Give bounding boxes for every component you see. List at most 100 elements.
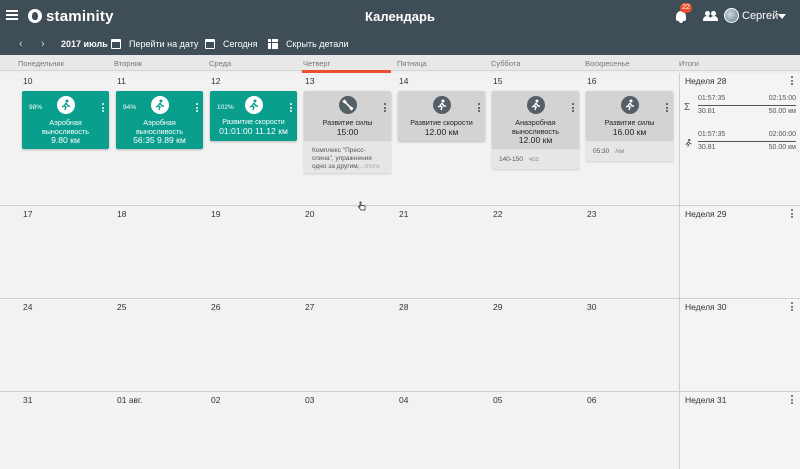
day-cell[interactable]: 03 — [300, 392, 394, 469]
sigma-icon: Σ — [684, 102, 691, 113]
workout-title: Развитие скорости — [222, 117, 285, 126]
day-number: 30 — [587, 302, 597, 312]
day-cell[interactable]: 29 — [488, 299, 582, 391]
day-number: 11 — [117, 76, 126, 86]
day-cell[interactable]: 17 — [18, 206, 112, 298]
more-vert-icon[interactable] — [572, 103, 574, 114]
workout-card[interactable]: Развитие силы 16.00 км — [586, 91, 673, 141]
day-cell[interactable]: 23 — [582, 206, 676, 298]
workout-title: Развитие скорости — [410, 118, 473, 127]
more-vert-icon[interactable] — [791, 302, 794, 312]
day-cell[interactable]: 05 — [488, 392, 582, 469]
more-vert-icon[interactable] — [791, 76, 794, 86]
day-number: 31 — [23, 395, 33, 405]
day-number: 06 — [587, 395, 597, 405]
caret-down-icon[interactable] — [778, 14, 786, 19]
workout-card[interactable]: Анаэробная выносливость 12.00 км — [492, 91, 579, 149]
more-vert-icon[interactable] — [666, 103, 668, 114]
day-cell[interactable]: 31 — [18, 392, 112, 469]
today-label: Сегодня — [223, 39, 258, 49]
more-vert-icon[interactable] — [102, 103, 104, 114]
day-number: 16 — [587, 76, 597, 86]
day-number: 05 — [493, 395, 503, 405]
workout-note[interactable]: Комплекс "Пресс-спина", упражнения одно … — [304, 141, 391, 173]
day-number: 13 — [305, 76, 315, 86]
day-cell[interactable]: 26 — [206, 299, 300, 391]
day-number: 01 авг. — [117, 395, 143, 405]
weekday-label: Четверг — [303, 59, 331, 68]
calendar-icon — [111, 39, 121, 49]
next-month-button[interactable]: › — [41, 38, 45, 50]
prev-month-button[interactable]: ‹ — [19, 38, 23, 50]
day-cell[interactable]: 25 — [112, 299, 206, 391]
day-cell[interactable]: 24 — [18, 299, 112, 391]
workout-title: Развитие силы — [604, 118, 655, 127]
day-cell[interactable]: 28 — [394, 299, 488, 391]
chevron-right-icon: › — [41, 38, 45, 50]
people-icon[interactable] — [703, 11, 718, 21]
run-icon — [684, 138, 693, 150]
more-vert-icon[interactable] — [791, 395, 794, 405]
day-cell[interactable]: 19 — [206, 206, 300, 298]
day-cell[interactable]: 20 — [300, 206, 394, 298]
workout-card[interactable]: Развитие силы 15:00 — [304, 91, 391, 141]
workout-value: 01:01:00 11.12 км — [219, 126, 288, 136]
more-vert-icon[interactable] — [290, 103, 292, 114]
hr-range: 140-150 — [499, 156, 523, 163]
workout-title: Развитие силы — [322, 118, 373, 127]
day-cell[interactable]: 06 — [582, 392, 676, 469]
completion-percent: 94% — [123, 104, 137, 111]
weekday-header: Понедельник Вторник Среда Четверг Пятниц… — [0, 55, 800, 71]
weekday-label: Вторник — [114, 59, 143, 68]
week-label: Неделя 31 — [685, 395, 727, 405]
more-link[interactable]: ...more — [360, 163, 380, 170]
day-number: 26 — [211, 302, 221, 312]
plan-distance: 50.00 км — [768, 108, 796, 115]
workout-card[interactable]: 94% Аэробная выносливость 56:35 9.89 км — [116, 91, 203, 149]
weekday-label: Воскресенье — [585, 59, 630, 68]
run-icon — [620, 96, 639, 114]
day-cell[interactable]: 02 — [206, 392, 300, 469]
workout-value: 16.00 км — [612, 127, 647, 137]
goto-date-label: Перейти на дату — [129, 39, 199, 49]
day-cell[interactable]: 22 — [488, 206, 582, 298]
app-bar: staminity Календарь 22 Сергей — [0, 0, 800, 33]
user-name[interactable]: Сергей — [742, 10, 778, 22]
day-number: 23 — [587, 209, 597, 219]
calendar-today-icon — [205, 39, 215, 49]
more-vert-icon[interactable] — [196, 103, 198, 114]
actual-distance: 30.81 — [698, 108, 716, 115]
day-cell[interactable]: 04 — [394, 392, 488, 469]
run-icon — [432, 96, 451, 114]
day-number: 25 — [117, 302, 127, 312]
calendar-grid: 10 11 12 13 14 15 16 Неделя 28 Σ 01:57:3… — [0, 73, 800, 469]
week-row: 31 01 авг. 02 03 04 05 06 Неделя 31 — [0, 392, 800, 469]
week-totals: Неделя 29 — [679, 206, 800, 298]
goto-date-button[interactable]: Перейти на дату — [111, 38, 198, 50]
day-number: 03 — [305, 395, 315, 405]
today-button[interactable]: Сегодня — [205, 38, 258, 50]
completion-percent: 102% — [217, 104, 234, 111]
day-cell[interactable]: 21 — [394, 206, 488, 298]
workout-card[interactable]: 102% Развитие скорости 01:01:00 11.12 км — [210, 91, 297, 141]
day-number: 14 — [399, 76, 409, 86]
current-month: 2017 июль — [61, 39, 108, 49]
day-cell[interactable]: 27 — [300, 299, 394, 391]
more-vert-icon[interactable] — [791, 209, 794, 219]
workout-card[interactable]: 98% Аэробная выносливость 9.80 км — [22, 91, 109, 149]
day-cell[interactable]: 01 авг. — [112, 392, 206, 469]
actual-time: 01:57:35 — [698, 95, 726, 102]
workout-card[interactable]: Развитие скорости 12.00 км — [398, 91, 485, 141]
workout-detail: 140-150 чсс — [492, 149, 579, 169]
day-cell[interactable]: 18 — [112, 206, 206, 298]
completion-percent: 98% — [29, 104, 43, 111]
hide-details-button[interactable]: Скрыть детали — [268, 38, 349, 50]
plan-time: 02:15:00 — [768, 95, 796, 102]
week-label: Неделя 30 — [685, 302, 727, 312]
more-vert-icon[interactable] — [478, 103, 480, 114]
run-icon — [244, 96, 263, 114]
more-vert-icon[interactable] — [384, 103, 386, 114]
weekday-label: Суббота — [491, 59, 521, 68]
avatar[interactable] — [724, 8, 739, 23]
day-cell[interactable]: 30 — [582, 299, 676, 391]
